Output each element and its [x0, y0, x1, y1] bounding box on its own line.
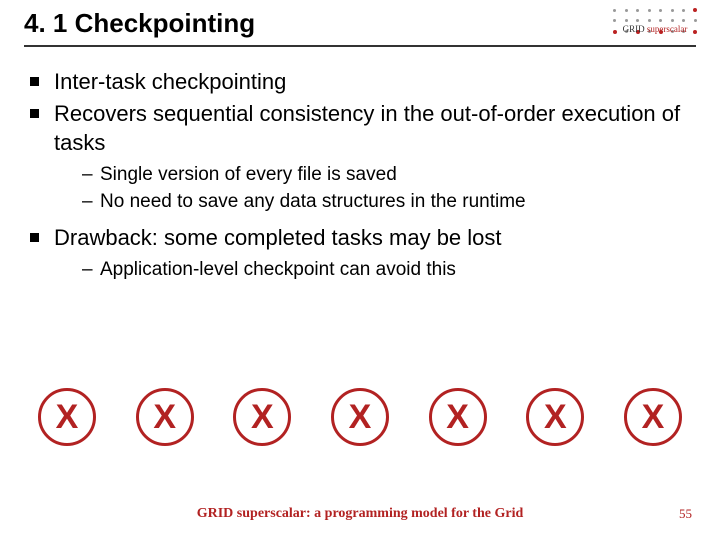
bullet-text: Drawback: some completed tasks may be lo…	[54, 225, 502, 250]
footer-text: GRID superscalar: a programming model fo…	[0, 506, 720, 522]
bullet-text: Recovers sequential consistency in the o…	[54, 101, 680, 156]
sub-bullet-item: No need to save any data structures in t…	[82, 189, 692, 216]
logo-text-grid: GRID	[623, 24, 645, 34]
sub-bullet-item: Application-level checkpoint can avoid t…	[82, 257, 692, 284]
x-marker-icon: X	[233, 388, 291, 446]
sub-bullet-item: Single version of every file is saved	[82, 162, 692, 189]
x-marker-icon: X	[429, 388, 487, 446]
x-marker-icon: X	[526, 388, 584, 446]
x-marker-icon: X	[38, 388, 96, 446]
bullet-text: Inter-task checkpointing	[54, 69, 286, 94]
grid-superscalar-logo: GRID superscalar	[610, 6, 700, 52]
x-marker-icon: X	[136, 388, 194, 446]
slide-content: Inter-task checkpointing Recovers sequen…	[0, 47, 720, 284]
x-marker-icon: X	[331, 388, 389, 446]
logo-text-superscalar: superscalar	[647, 24, 687, 34]
bullet-item: Drawback: some completed tasks may be lo…	[28, 223, 692, 283]
bullet-item: Recovers sequential consistency in the o…	[28, 99, 692, 216]
bullet-item: Inter-task checkpointing	[28, 67, 692, 97]
x-marker-row: X X X X X X X	[0, 388, 720, 446]
page-number: 55	[679, 506, 692, 522]
x-marker-icon: X	[624, 388, 682, 446]
